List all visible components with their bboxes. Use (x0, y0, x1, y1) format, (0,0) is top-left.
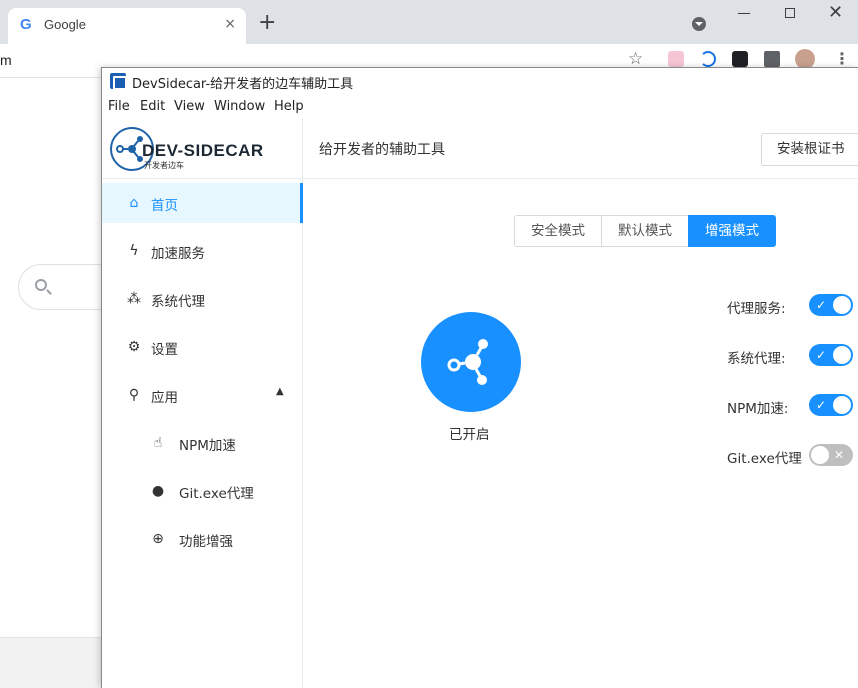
profile-avatar[interactable] (795, 49, 815, 69)
close-icon: ✕ (834, 448, 845, 462)
rocket-icon: ⚲ (128, 387, 140, 403)
main-content: 给开发者的辅助工具 安装根证书 安全模式 默认模式 增强模式 已开启 代理服务:… (303, 119, 858, 688)
sidebar-item-system-proxy[interactable]: ⁂ 系统代理 (102, 279, 302, 319)
sidebar-item-label: 加速服务 (151, 246, 205, 262)
puzzle-extensions-icon[interactable] (764, 51, 780, 67)
network-icon: ⁂ (127, 291, 141, 307)
install-root-cert-button[interactable]: 安装根证书 (761, 133, 858, 166)
sidebar-item-label: Git.exe代理 (179, 486, 254, 502)
maximize-button[interactable] (785, 8, 795, 18)
app-titlebar[interactable]: DevSidecar-给开发者的边车辅助工具 (102, 68, 858, 95)
extension-dark-icon[interactable] (732, 51, 748, 67)
extension-cat-icon[interactable] (668, 51, 684, 67)
chevron-up-icon[interactable]: ▲ (276, 386, 284, 397)
sidebar-item-label: 首页 (151, 198, 178, 214)
sidebar-item-enhancements[interactable]: ⊕ 功能增强 (102, 519, 302, 559)
system-proxy-switch[interactable]: ✓ (809, 344, 853, 366)
browser-menu-icon[interactable]: ⋮ (834, 49, 850, 68)
toggle-row-proxy-service: 代理服务: ✓ (727, 294, 858, 318)
sidebar-item-acceleration[interactable]: ϟ 加速服务 (102, 231, 302, 271)
logo-text: DEV-SIDECAR (142, 141, 264, 160)
minimize-button[interactable] (738, 13, 750, 14)
content-header: 给开发者的辅助工具 安装根证书 (303, 119, 858, 179)
toggle-label: NPM加速: (727, 401, 789, 417)
bookmark-star-icon[interactable]: ☆ (628, 49, 643, 69)
dev-sidecar-logo: DEV-SIDECAR 开发者边车 (110, 127, 300, 171)
proxy-power-button[interactable] (421, 312, 521, 412)
mode-safe-button[interactable]: 安全模式 (514, 215, 602, 247)
sidebar-item-label: 设置 (151, 342, 178, 358)
sidebar-item-label: 系统代理 (151, 294, 205, 310)
mode-default-button[interactable]: 默认模式 (601, 215, 689, 247)
check-icon: ✓ (816, 348, 827, 362)
sidebar-item-home[interactable]: ⌂ 首页 (102, 183, 303, 223)
switch-knob (833, 396, 851, 414)
globe-icon: ⊕ (152, 531, 164, 547)
sidebar-item-settings[interactable]: ⚙ 设置 (102, 327, 302, 367)
logo-subtext: 开发者边车 (144, 161, 184, 170)
app-menubar: File Edit View Window Help (102, 95, 858, 119)
toggle-label: 系统代理: (727, 351, 786, 367)
app-title: DevSidecar-给开发者的边车辅助工具 (132, 77, 354, 92)
menu-file[interactable]: File (108, 99, 130, 114)
sidebar-item-npm[interactable]: ☝ NPM加速 (102, 423, 302, 463)
mode-selector: 安全模式 默认模式 增强模式 (514, 215, 776, 247)
toggle-row-npm: NPM加速: ✓ (727, 394, 858, 418)
lightning-icon: ϟ (129, 243, 139, 259)
logo-divider (102, 178, 302, 179)
app-logo-icon (110, 73, 127, 90)
sidebar-item-label: 功能增强 (179, 534, 233, 550)
proxy-service-switch[interactable]: ✓ (809, 294, 853, 316)
sidebar-item-label: 应用 (151, 390, 178, 406)
google-favicon-icon: G (20, 16, 32, 33)
browser-tab-strip: G Google × + ✕ (0, 0, 858, 44)
tab-search-icon[interactable] (692, 17, 706, 31)
github-icon: ● (151, 483, 165, 499)
devsidecar-window: DevSidecar-给开发者的边车辅助工具 File Edit View Wi… (101, 67, 858, 688)
switch-knob (833, 296, 851, 314)
toggle-label: 代理服务: (727, 301, 786, 317)
omnibox-text[interactable]: m (0, 52, 12, 68)
tab-title: Google (44, 17, 86, 32)
home-icon: ⌂ (129, 195, 139, 211)
check-icon: ✓ (816, 298, 827, 312)
mode-enhanced-button[interactable]: 增强模式 (688, 215, 776, 247)
menu-edit[interactable]: Edit (140, 99, 165, 114)
sidebar-item-label: NPM加速 (179, 438, 236, 454)
search-icon (35, 279, 47, 291)
menu-help[interactable]: Help (274, 99, 304, 114)
sidebar: DEV-SIDECAR 开发者边车 ⌂ 首页 ϟ 加速服务 ⁂ 系统代理 ⚙ 设… (102, 119, 303, 688)
switch-knob (833, 346, 851, 364)
proxy-status-text: 已开启 (449, 427, 490, 443)
toggle-row-git: Git.exe代理 ✕ (727, 444, 858, 468)
git-proxy-switch[interactable]: ✕ (809, 444, 853, 466)
window-close-button[interactable]: ✕ (828, 2, 843, 24)
sidebar-item-git[interactable]: ● Git.exe代理 (102, 471, 302, 511)
extension-signal-icon[interactable] (700, 51, 716, 67)
app-body: DEV-SIDECAR 开发者边车 ⌂ 首页 ϟ 加速服务 ⁂ 系统代理 ⚙ 设… (102, 119, 858, 688)
google-footer (0, 637, 110, 688)
check-icon: ✓ (816, 398, 827, 412)
gear-icon: ⚙ (127, 339, 141, 355)
network-hub-icon (447, 339, 488, 385)
menu-view[interactable]: View (174, 99, 205, 114)
npm-acceleration-switch[interactable]: ✓ (809, 394, 853, 416)
toggle-label: Git.exe代理 (727, 451, 802, 467)
thumbs-up-icon: ☝ (153, 435, 163, 451)
toggle-row-system-proxy: 系统代理: ✓ (727, 344, 858, 368)
close-tab-icon[interactable]: × (224, 16, 236, 32)
menu-window[interactable]: Window (214, 99, 265, 114)
new-tab-button[interactable]: + (258, 12, 276, 34)
switch-knob (811, 446, 829, 464)
browser-tab[interactable]: G Google × (8, 8, 246, 44)
sidebar-item-apps[interactable]: ⚲ 应用 ▲ (102, 375, 302, 415)
page-title: 给开发者的辅助工具 (319, 142, 445, 158)
